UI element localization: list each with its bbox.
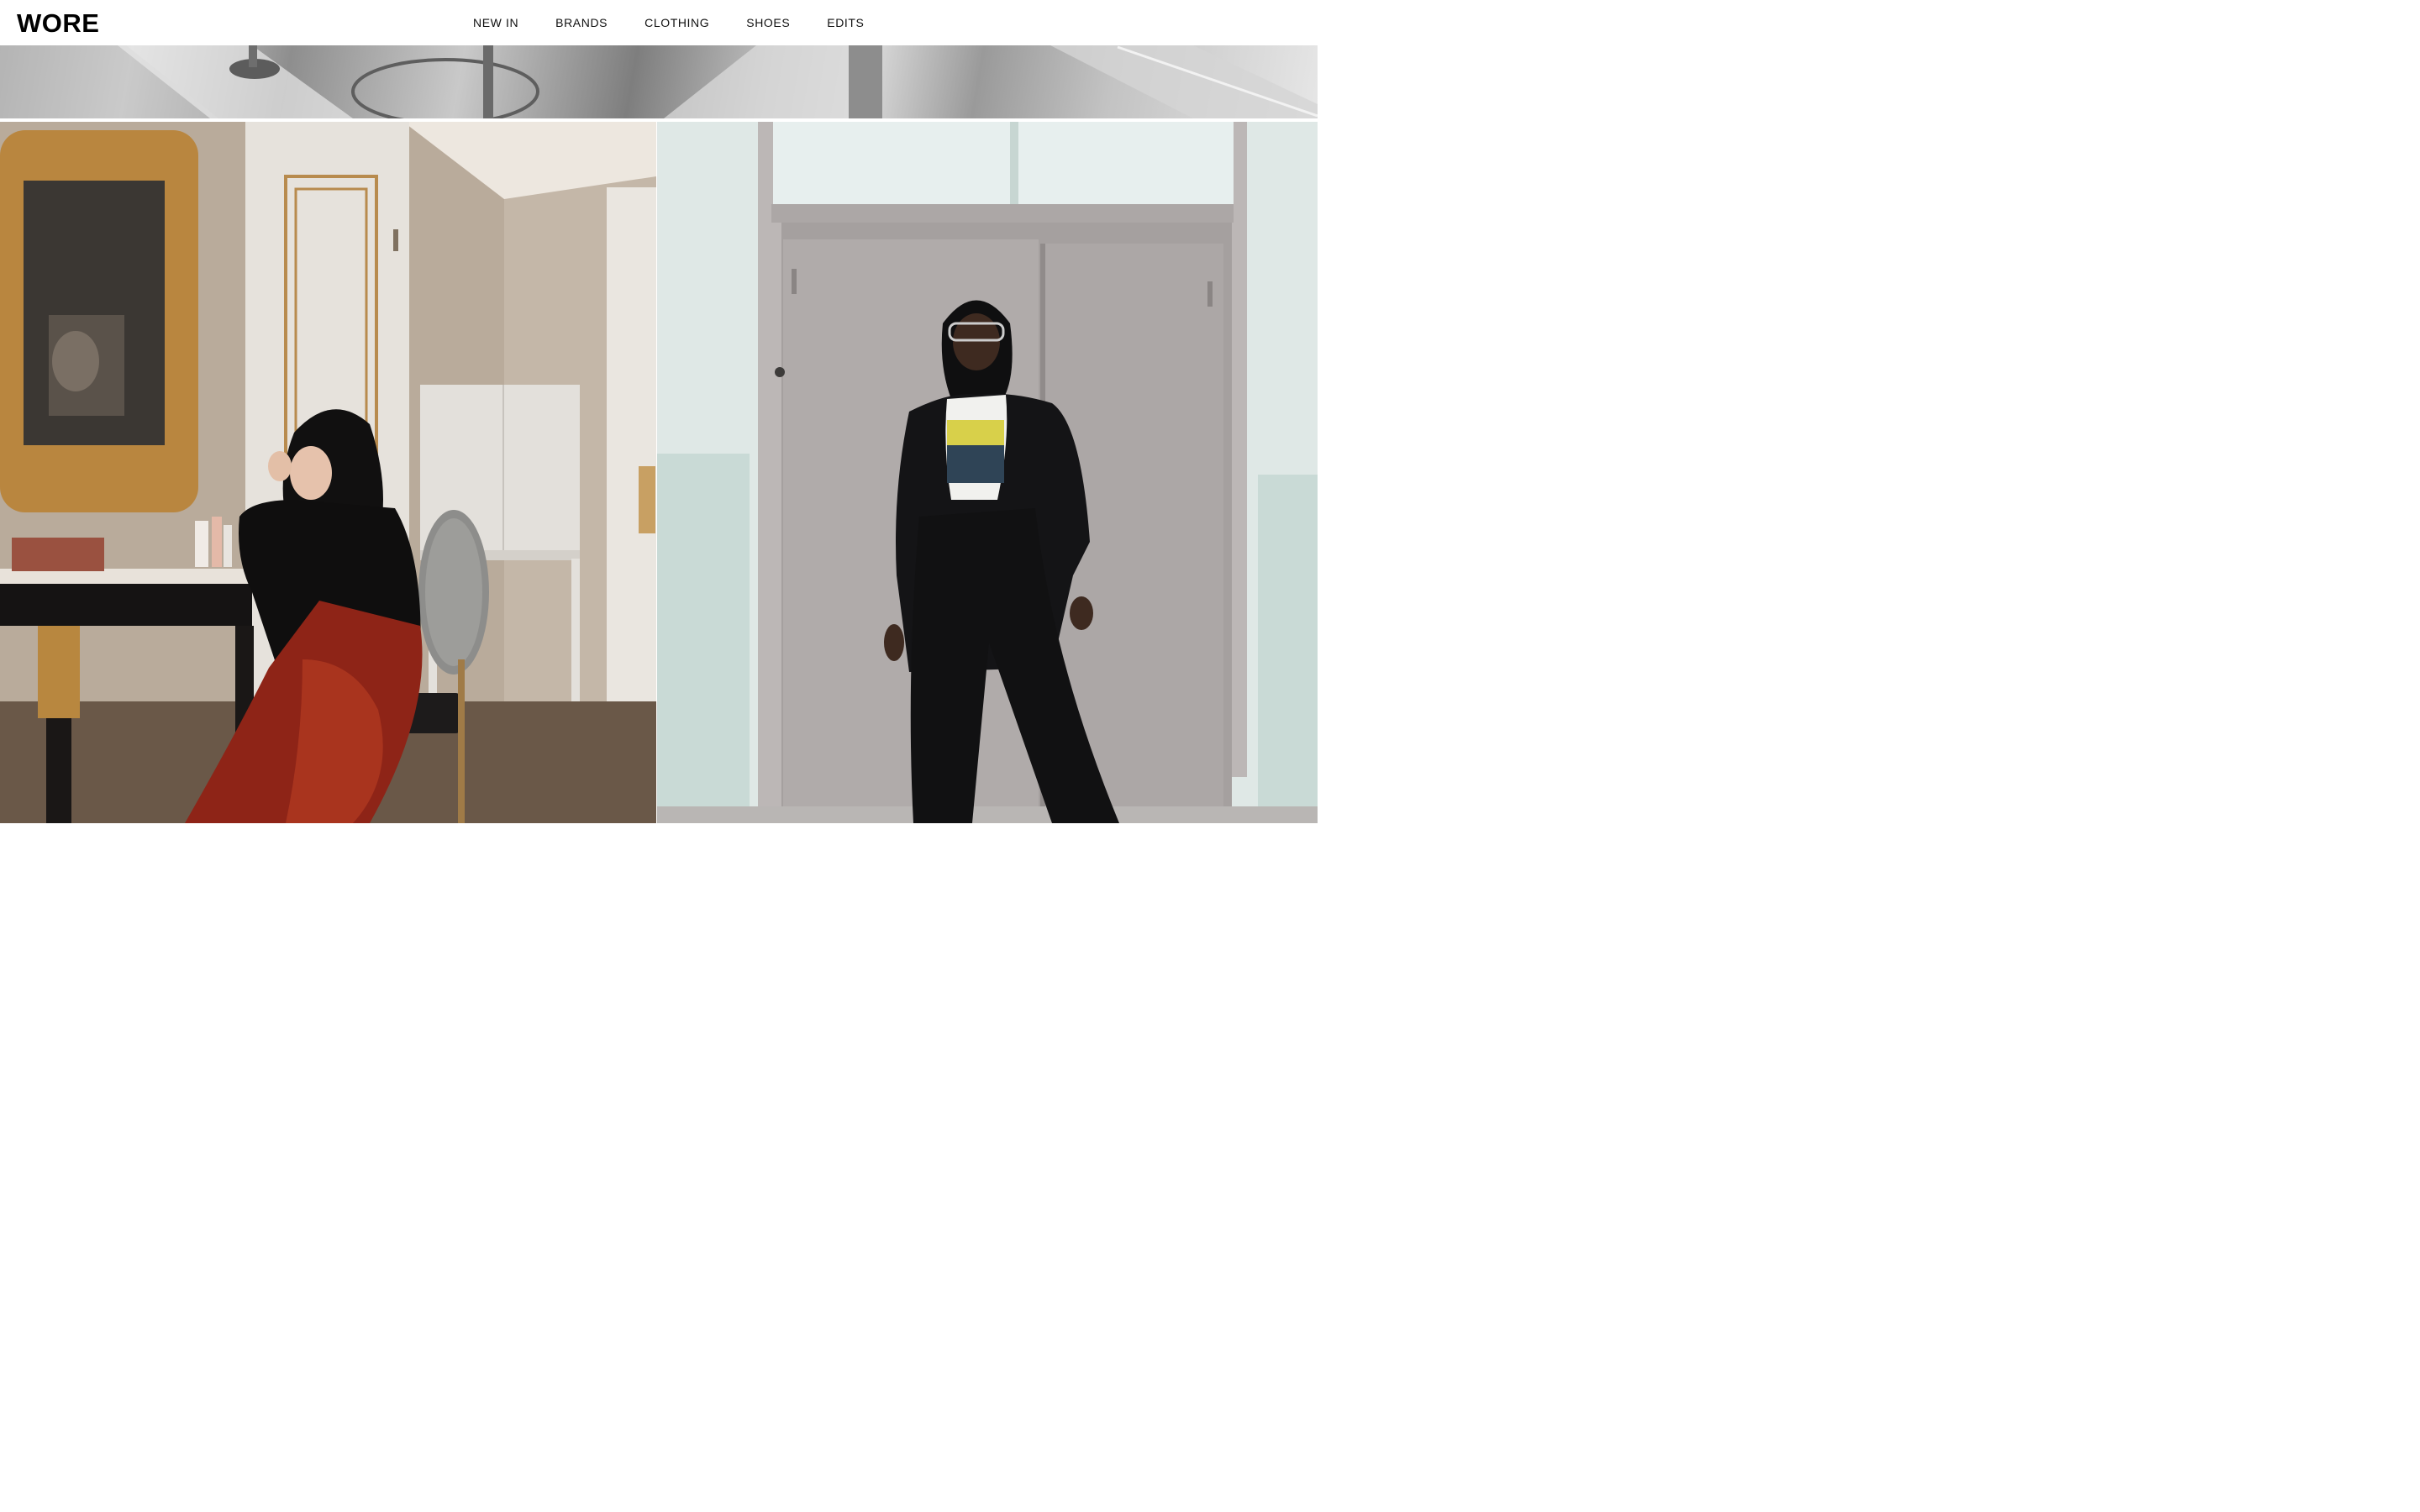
editorial-photo-right — [657, 122, 1318, 823]
main-nav: NEW IN BRANDS CLOTHING SHOES EDITS — [473, 15, 865, 30]
editorial-photo-left — [0, 122, 656, 823]
nav-item-shoes[interactable]: SHOES — [746, 15, 790, 30]
site-logo[interactable]: WORE — [17, 8, 99, 39]
site-header: WORE NEW IN BRANDS CLOTHING SHOES EDITS — [0, 0, 1318, 45]
nav-item-edits[interactable]: EDITS — [827, 15, 864, 30]
nav-item-brands[interactable]: BRANDS — [555, 15, 608, 30]
hero-banner-image[interactable] — [0, 45, 1318, 118]
hero-banner-art — [0, 45, 1318, 118]
nav-item-clothing[interactable]: CLOTHING — [644, 15, 709, 30]
editorial-tile-left[interactable] — [0, 122, 656, 823]
editorial-tile-right[interactable] — [657, 122, 1318, 823]
nav-item-new-in[interactable]: NEW IN — [473, 15, 518, 30]
